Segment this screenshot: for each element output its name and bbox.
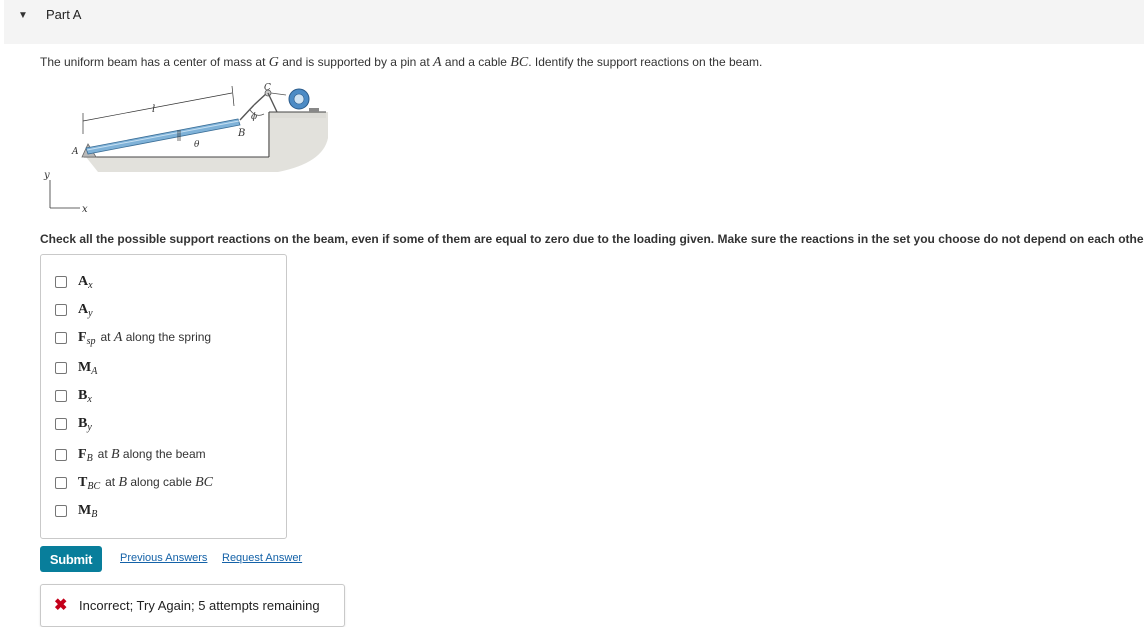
checkbox[interactable] xyxy=(55,332,67,344)
option-bx[interactable]: Bx xyxy=(55,386,92,406)
option-ax[interactable]: Ax xyxy=(55,272,93,292)
svg-text:l: l xyxy=(152,104,155,115)
checkbox[interactable] xyxy=(55,449,67,461)
part-title: Part A xyxy=(46,7,82,22)
checkbox[interactable] xyxy=(55,362,67,374)
option-ma[interactable]: MA xyxy=(55,358,97,378)
option-fb[interactable]: FB at B along the beam xyxy=(55,445,206,465)
svg-text:y: y xyxy=(43,170,50,181)
checkbox[interactable] xyxy=(55,477,67,489)
previous-answers-link[interactable]: Previous Answers xyxy=(120,552,207,564)
checkbox[interactable] xyxy=(55,418,67,430)
svg-text:B: B xyxy=(237,128,245,139)
x-mark-icon: ✖ xyxy=(54,597,68,614)
reaction-options-list: Ax Ay Fsp at A along the spring MA Bx By… xyxy=(40,254,287,539)
beam-figure: l θ B C ϕ y x A xyxy=(28,78,338,223)
option-tbc[interactable]: TBC at B along cable BC xyxy=(55,473,213,493)
svg-text:x: x xyxy=(82,204,88,215)
svg-text:A: A xyxy=(71,147,79,157)
checkbox[interactable] xyxy=(55,304,67,316)
option-by[interactable]: By xyxy=(55,414,92,434)
part-header[interactable]: ▼ Part A xyxy=(4,0,1144,44)
feedback-box: ✖ Incorrect; Try Again; 5 attempts remai… xyxy=(40,584,345,627)
instruction-text: Check all the possible support reactions… xyxy=(40,232,1144,246)
option-ay[interactable]: Ay xyxy=(55,300,93,320)
checkbox[interactable] xyxy=(55,390,67,402)
submit-button[interactable]: Submit xyxy=(40,546,102,572)
question-text: The uniform beam has a center of mass at… xyxy=(40,55,763,70)
checkbox[interactable] xyxy=(55,276,67,288)
beam-diagram: l θ B C ϕ y x A xyxy=(43,83,328,215)
svg-text:C: C xyxy=(264,83,271,93)
request-answer-link[interactable]: Request Answer xyxy=(222,552,302,564)
checkbox[interactable] xyxy=(55,505,67,517)
collapse-caret-icon[interactable]: ▼ xyxy=(18,10,28,21)
feedback-text: Incorrect; Try Again; 5 attempts remaini… xyxy=(79,598,320,613)
option-mb[interactable]: MB xyxy=(55,501,97,521)
option-fsp[interactable]: Fsp at A along the spring xyxy=(55,328,211,348)
svg-text:θ: θ xyxy=(194,140,200,150)
